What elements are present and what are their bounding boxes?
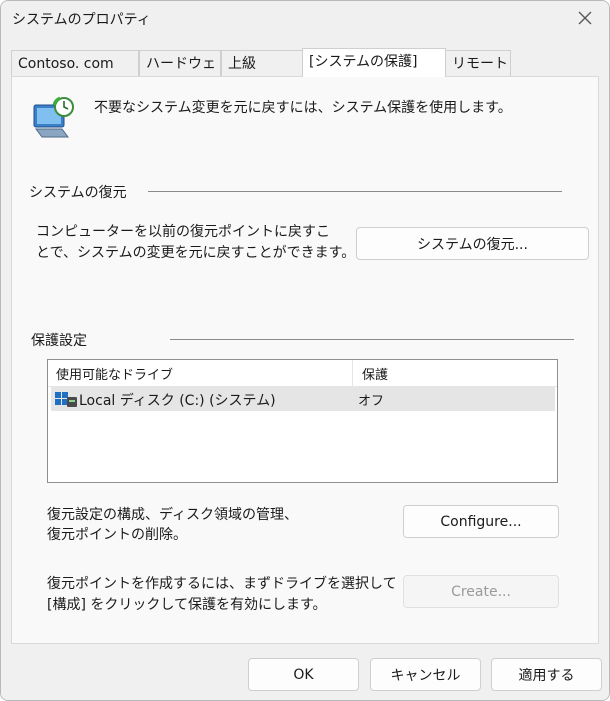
configure-description-line: 復元ポイントの削除。 xyxy=(47,527,187,543)
tab-label: [システムの保護] xyxy=(309,54,418,70)
close-button[interactable] xyxy=(567,3,603,33)
tab-label: リモート xyxy=(452,56,508,72)
restore-description-line: とで、システムの変更を元に戻すことができます。 xyxy=(36,245,356,261)
system-properties-window: システムのプロパティ Contoso. com ハードウェア 上級 [システムの… xyxy=(0,0,610,701)
column-header-protection[interactable]: 保護 xyxy=(362,364,388,383)
create-description: 復元ポイントを作成するには、まずドライブを選択して [構成] をクリックして保護… xyxy=(47,574,397,616)
drive-protection-status: オフ xyxy=(358,394,385,409)
system-restore-button[interactable]: システムの復元... xyxy=(356,227,589,260)
tab-label: 上級 xyxy=(228,56,256,72)
restore-description-line: コンピューターを以前の復元ポイントに戻すこ xyxy=(36,224,330,240)
drives-listview[interactable]: 使用可能なドライブ 保護 Local ディスク (C:) (システム) オフ xyxy=(47,359,558,483)
window-title: システムのプロパティ xyxy=(12,12,151,28)
cancel-button[interactable]: キャンセル xyxy=(370,658,481,691)
create-description-line: [構成] をクリックして保護を有効にします。 xyxy=(47,597,327,613)
configure-description: 復元設定の構成、ディスク領域の管理、 復元ポイントの削除。 xyxy=(47,505,298,545)
tab-advanced[interactable]: 上級 xyxy=(221,50,303,76)
tab-hardware[interactable]: ハードウェア xyxy=(139,50,221,98)
tab-system-protection[interactable]: [システムの保護] xyxy=(302,48,446,77)
protection-section-label: 保護設定 xyxy=(31,333,87,349)
dialog-footer: OK キャンセル 適用する xyxy=(1,644,609,700)
system-protection-icon xyxy=(33,96,74,138)
create-description-line: 復元ポイントを作成するには、まずドライブを選択して xyxy=(47,576,397,592)
column-header-drives[interactable]: 使用可能なドライブ xyxy=(56,364,173,383)
drive-icon xyxy=(55,392,77,407)
restore-section-label: システムの復元 xyxy=(29,185,127,201)
restore-divider xyxy=(148,191,562,192)
column-divider xyxy=(352,360,353,386)
list-header: 使用可能なドライブ 保護 xyxy=(48,360,557,387)
header-description: 不要なシステム変更を元に戻すには、システム保護を使用します。 xyxy=(94,100,512,116)
title-bar: システムのプロパティ xyxy=(1,1,609,37)
configure-description-line: 復元設定の構成、ディスク領域の管理、 xyxy=(47,507,299,523)
apply-button[interactable]: 適用する xyxy=(491,658,602,691)
create-button[interactable]: Create... xyxy=(403,575,559,608)
ok-button[interactable]: OK xyxy=(248,658,359,691)
configure-button[interactable]: Configure... xyxy=(403,505,559,538)
restore-description: コンピューターを以前の復元ポイントに戻すこ とで、システムの変更を元に戻すことが… xyxy=(36,222,355,264)
tab-label: Contoso. com xyxy=(18,56,114,72)
close-icon xyxy=(578,11,592,25)
table-row[interactable]: Local ディスク (C:) (システム) オフ xyxy=(51,387,555,411)
tab-remote[interactable]: リモート xyxy=(445,50,511,76)
tab-panel: 不要なシステム変更を元に戻すには、システム保護を使用します。 システムの復元 コ… xyxy=(11,76,599,644)
protection-divider xyxy=(170,339,574,340)
drive-name: Local ディスク (C:) (システム) xyxy=(79,393,276,409)
tab-computer-name[interactable]: Contoso. com xyxy=(11,50,139,76)
